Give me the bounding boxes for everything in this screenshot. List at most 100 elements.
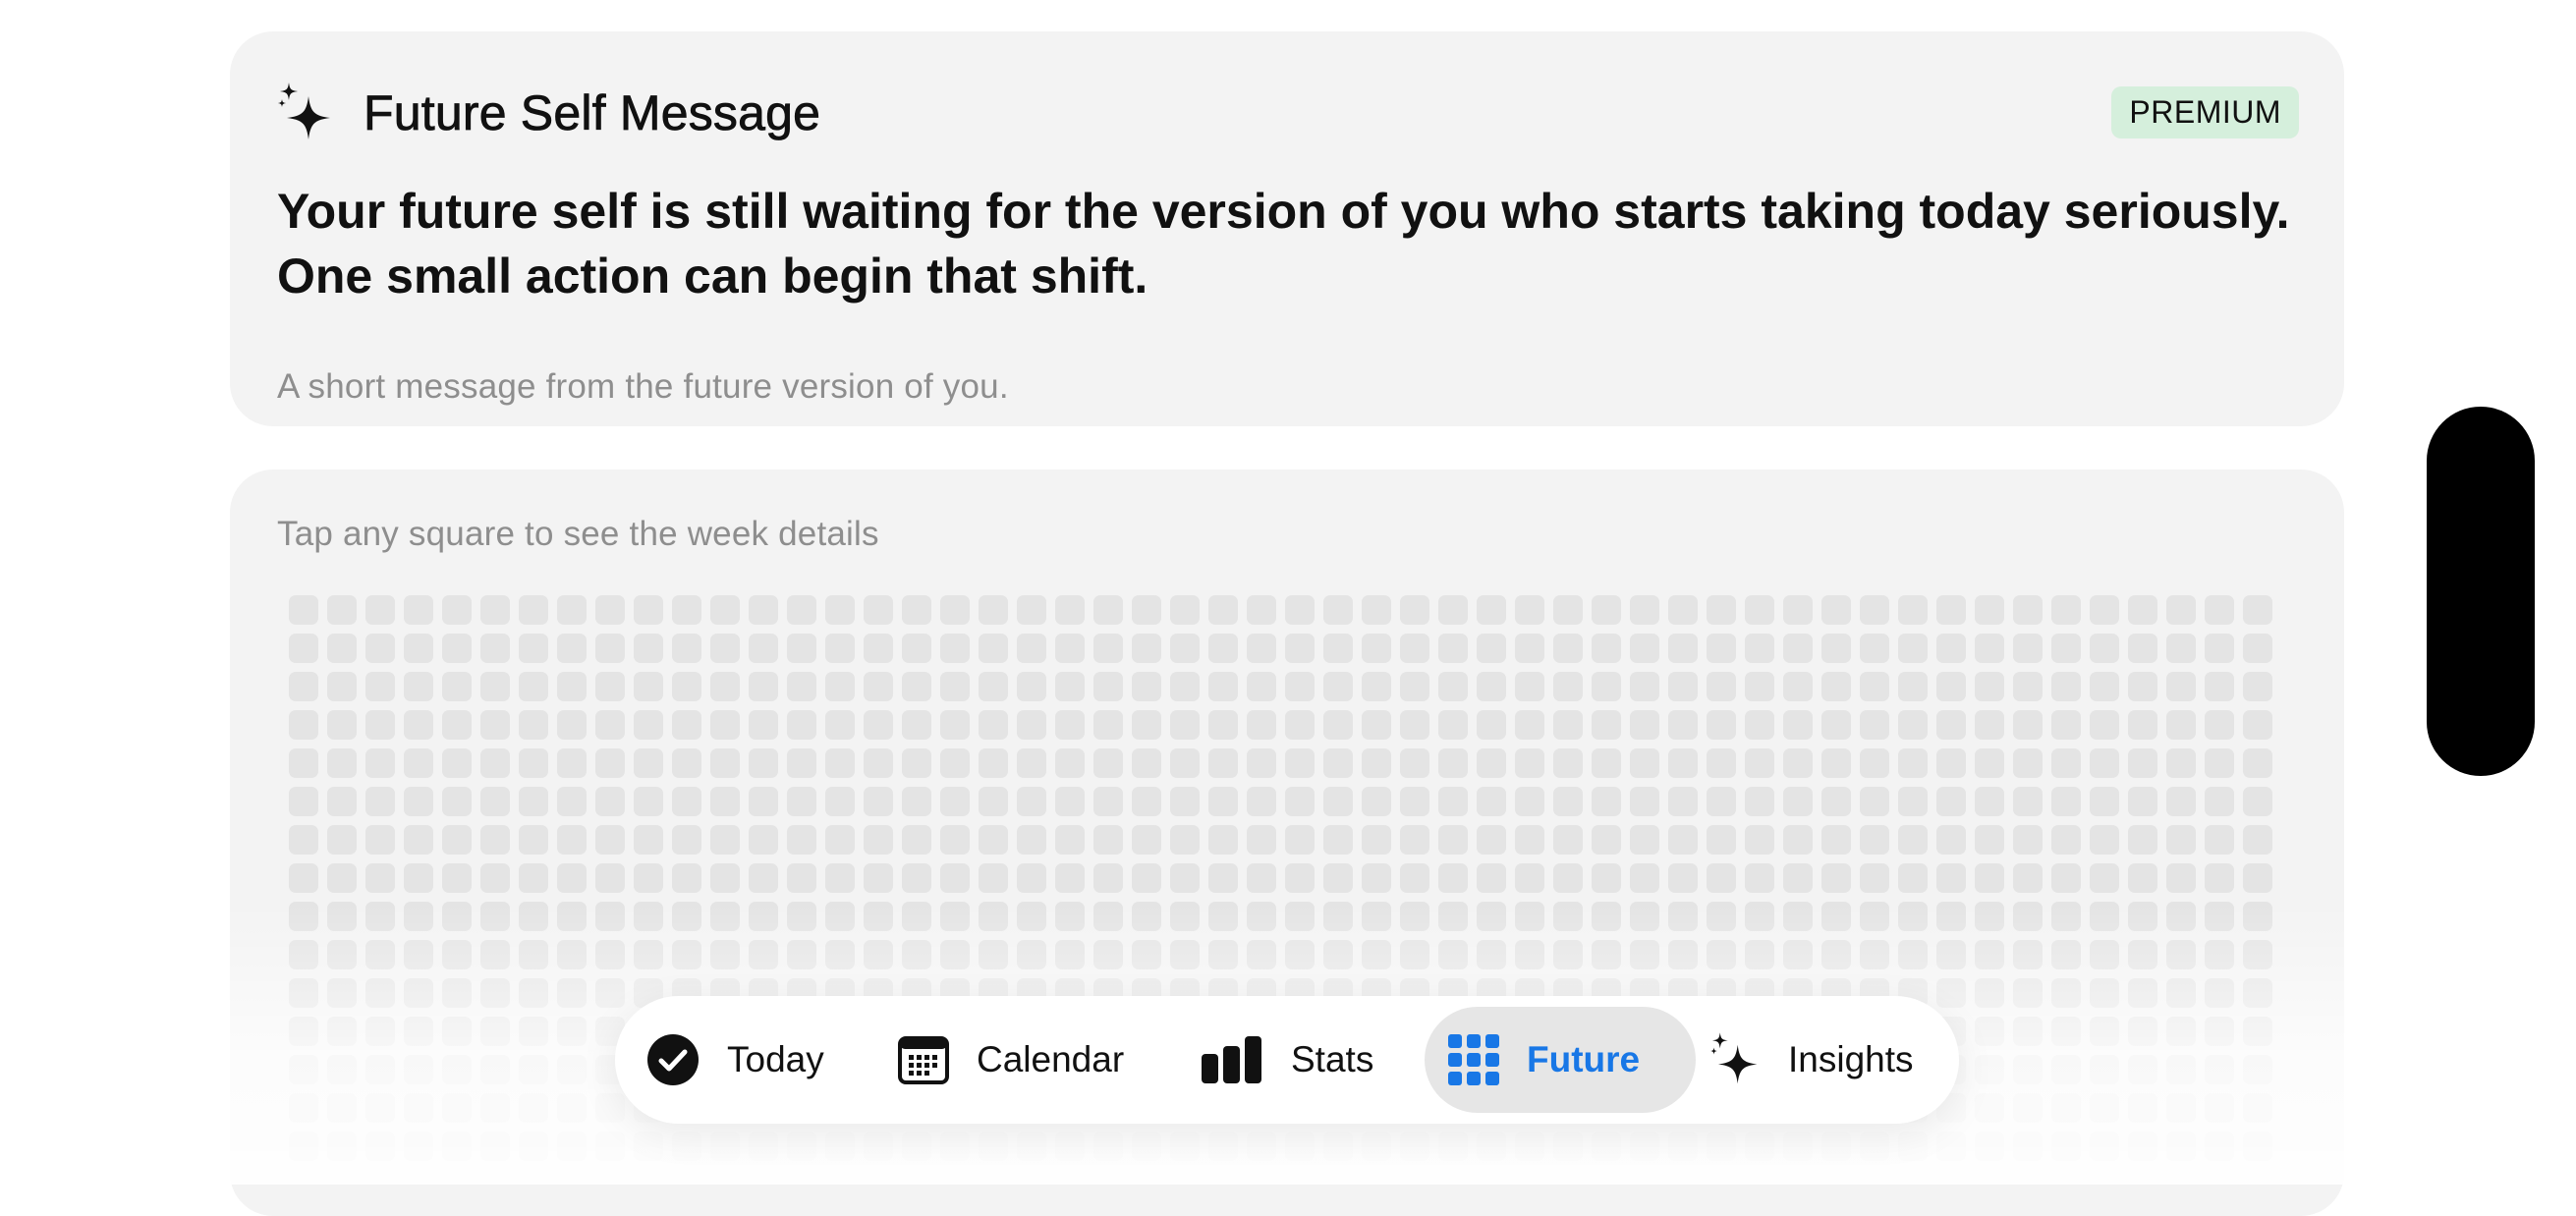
week-cell[interactable] <box>1362 825 1391 855</box>
week-cell[interactable] <box>1285 748 1315 778</box>
week-cell[interactable] <box>1936 634 1966 663</box>
tab-calendar[interactable]: Calendar <box>894 1007 1151 1113</box>
week-cell[interactable] <box>365 710 395 740</box>
week-cell[interactable] <box>1055 940 1085 969</box>
week-cell[interactable] <box>1860 902 1889 931</box>
week-cell[interactable] <box>595 1132 625 1161</box>
week-cell[interactable] <box>2166 1132 2196 1161</box>
week-cell[interactable] <box>1285 1132 1315 1161</box>
week-cell[interactable] <box>289 787 318 816</box>
week-cell[interactable] <box>902 672 931 701</box>
week-cell[interactable] <box>442 1132 472 1161</box>
week-cell[interactable] <box>2166 1017 2196 1046</box>
week-cell[interactable] <box>864 672 893 701</box>
week-cell[interactable] <box>940 634 970 663</box>
week-cell[interactable] <box>1017 672 1046 701</box>
week-cell[interactable] <box>1323 634 1353 663</box>
week-cell[interactable] <box>557 787 587 816</box>
week-cell[interactable] <box>1093 787 1123 816</box>
week-cell[interactable] <box>1745 710 1774 740</box>
week-cell[interactable] <box>979 787 1008 816</box>
week-cell[interactable] <box>1208 825 1238 855</box>
week-cell[interactable] <box>404 978 433 1008</box>
week-cell[interactable] <box>1668 940 1698 969</box>
week-cell[interactable] <box>1400 940 1429 969</box>
week-cell[interactable] <box>1821 748 1851 778</box>
week-cell[interactable] <box>2013 595 2043 625</box>
week-cell[interactable] <box>1592 672 1621 701</box>
week-cell[interactable] <box>825 710 855 740</box>
week-cell[interactable] <box>327 940 357 969</box>
week-cell[interactable] <box>327 825 357 855</box>
week-cell[interactable] <box>1515 940 1544 969</box>
week-cell[interactable] <box>1553 748 1583 778</box>
week-cell[interactable] <box>1821 902 1851 931</box>
week-cell[interactable] <box>1860 672 1889 701</box>
week-cell[interactable] <box>1093 710 1123 740</box>
week-cell[interactable] <box>1745 940 1774 969</box>
week-cell[interactable] <box>1860 595 1889 625</box>
week-cell[interactable] <box>2205 940 2234 969</box>
week-cell[interactable] <box>595 825 625 855</box>
week-cell[interactable] <box>442 787 472 816</box>
week-cell[interactable] <box>1745 634 1774 663</box>
week-cell[interactable] <box>672 672 701 701</box>
week-cell[interactable] <box>1170 787 1200 816</box>
week-cell[interactable] <box>519 634 548 663</box>
week-cell[interactable] <box>2013 1132 2043 1161</box>
week-cell[interactable] <box>902 825 931 855</box>
week-cell[interactable] <box>902 940 931 969</box>
week-cell[interactable] <box>442 978 472 1008</box>
week-cell[interactable] <box>902 863 931 893</box>
week-cell[interactable] <box>1707 863 1736 893</box>
week-cell[interactable] <box>327 748 357 778</box>
week-cell[interactable] <box>1400 672 1429 701</box>
week-cell[interactable] <box>1821 1132 1851 1161</box>
week-cell[interactable] <box>710 595 740 625</box>
week-cell[interactable] <box>1285 710 1315 740</box>
week-cell[interactable] <box>1208 863 1238 893</box>
week-cell[interactable] <box>749 902 778 931</box>
week-cell[interactable] <box>2051 748 2081 778</box>
week-cell[interactable] <box>1055 672 1085 701</box>
week-cell[interactable] <box>1132 710 1161 740</box>
week-cell[interactable] <box>404 1093 433 1123</box>
week-cell[interactable] <box>289 595 318 625</box>
week-cell[interactable] <box>289 940 318 969</box>
week-cell[interactable] <box>2090 978 2119 1008</box>
week-cell[interactable] <box>1975 978 2004 1008</box>
week-cell[interactable] <box>2128 748 2157 778</box>
week-cell[interactable] <box>2013 978 2043 1008</box>
week-cell[interactable] <box>1400 902 1429 931</box>
week-cell[interactable] <box>2243 978 2272 1008</box>
week-cell[interactable] <box>1630 940 1659 969</box>
week-cell[interactable] <box>365 1093 395 1123</box>
week-cell[interactable] <box>940 672 970 701</box>
week-cell[interactable] <box>1707 1132 1736 1161</box>
week-cell[interactable] <box>480 940 510 969</box>
week-cell[interactable] <box>2205 748 2234 778</box>
week-cell[interactable] <box>1630 1132 1659 1161</box>
week-cell[interactable] <box>672 825 701 855</box>
week-cell[interactable] <box>480 902 510 931</box>
week-cell[interactable] <box>2051 978 2081 1008</box>
week-cell[interactable] <box>365 902 395 931</box>
week-cell[interactable] <box>1707 940 1736 969</box>
week-cell[interactable] <box>2013 710 2043 740</box>
week-cell[interactable] <box>1017 940 1046 969</box>
week-cell[interactable] <box>1170 940 1200 969</box>
week-cell[interactable] <box>327 978 357 1008</box>
week-cell[interactable] <box>442 634 472 663</box>
week-cell[interactable] <box>480 710 510 740</box>
week-cell[interactable] <box>1668 863 1698 893</box>
week-cell[interactable] <box>710 748 740 778</box>
week-cell[interactable] <box>749 595 778 625</box>
week-cell[interactable] <box>1017 748 1046 778</box>
week-cell[interactable] <box>1630 863 1659 893</box>
week-cell[interactable] <box>557 672 587 701</box>
week-cell[interactable] <box>2243 672 2272 701</box>
week-cell[interactable] <box>1860 825 1889 855</box>
week-cell[interactable] <box>634 1132 663 1161</box>
week-cell[interactable] <box>1592 748 1621 778</box>
week-cell[interactable] <box>979 940 1008 969</box>
